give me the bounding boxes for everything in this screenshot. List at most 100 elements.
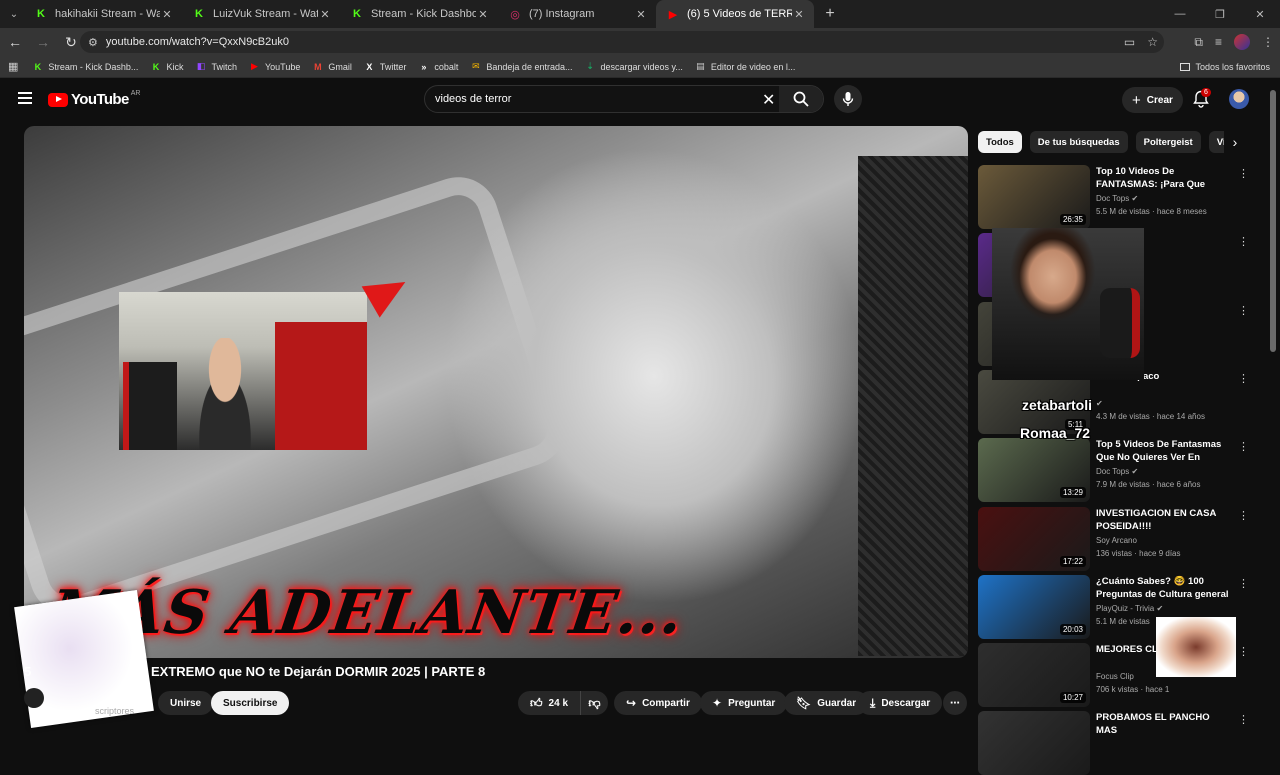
extensions-icon[interactable]: ⧉: [1194, 35, 1203, 50]
webcam-gaming-chair: [123, 362, 177, 450]
chip-1[interactable]: De tus búsquedas: [1029, 131, 1128, 153]
site-info-icon[interactable]: ⚙: [88, 36, 98, 49]
more-vertical-icon[interactable]: ⋮: [1238, 577, 1249, 590]
video-thumbnail[interactable]: 20:03: [978, 574, 1090, 639]
more-vertical-icon[interactable]: ⋮: [1238, 235, 1249, 248]
more-vertical-icon[interactable]: ⋮: [1238, 440, 1249, 453]
apps-grid-icon[interactable]: ▦: [8, 60, 18, 73]
more-actions-button[interactable]: ⋯: [943, 691, 967, 715]
new-tab-button[interactable]: +: [818, 5, 842, 23]
bookmark-item-4[interactable]: M Gmail: [312, 61, 352, 72]
gmail-icon: M: [314, 61, 322, 72]
bookmark-item-2[interactable]: ◧ Twitch: [195, 61, 237, 72]
video-title[interactable]: Top 5 Videos De Fantasmas Que No Quieres…: [1096, 438, 1230, 464]
browser-tab-4[interactable]: ▶ (6) 5 Videos de TERROR EXTREM✕: [656, 0, 814, 28]
recommended-video-4[interactable]: 13:29 Top 5 Videos De Fantasmas Que No Qu…: [978, 438, 1249, 503]
verified-check-icon: ✔: [1131, 467, 1139, 477]
page-scrollbar[interactable]: [1270, 90, 1276, 352]
recommended-video-8[interactable]: PROBAMOS EL PANCHO MAS ⋮: [978, 711, 1249, 775]
browser-tab-1[interactable]: K LuizVuk Stream - Watch Live on✕: [182, 0, 340, 28]
download-button[interactable]: ⤓ Descargar: [858, 691, 943, 715]
profile-avatar[interactable]: [1234, 34, 1250, 50]
more-vertical-icon[interactable]: ⋮: [1238, 645, 1249, 658]
chip-0[interactable]: Todos: [978, 131, 1022, 153]
channel-avatar[interactable]: [24, 688, 44, 708]
voice-search-button[interactable]: [834, 85, 862, 113]
close-tab-icon[interactable]: ✕: [476, 8, 490, 21]
more-vertical-icon[interactable]: ⋮: [1238, 167, 1249, 180]
more-vertical-icon[interactable]: ⋮: [1238, 509, 1249, 522]
channel-name[interactable]: Doc Tops ✔: [1096, 194, 1138, 203]
bookmark-star-icon[interactable]: ☆: [1147, 35, 1158, 49]
share-button[interactable]: ↪ Compartir: [614, 691, 702, 715]
clear-search-icon[interactable]: ✕: [762, 90, 775, 110]
video-title[interactable]: INVESTIGACION EN CASA POSEIDA!!!!: [1096, 507, 1230, 533]
dislike-button[interactable]: 👎︎: [580, 691, 608, 715]
bookmark-item-9[interactable]: ▤ Editor de video en l...: [695, 61, 795, 72]
bookmark-item-0[interactable]: K Stream - Kick Dashb...: [32, 61, 139, 72]
more-vertical-icon[interactable]: ⋮: [1238, 304, 1249, 317]
streamer-webcam-overlay: [119, 292, 367, 450]
back-icon[interactable]: ←: [2, 29, 28, 55]
channel-name[interactable]: Soy Arcano: [1096, 536, 1137, 545]
video-title[interactable]: ¿Cuánto Sabes? 🤓 100 Preguntas de Cultur…: [1096, 575, 1230, 601]
channel-name[interactable]: Focus Clip: [1096, 672, 1134, 681]
browser-tab-0[interactable]: Khakihakii Stream - Watch Live o✕: [24, 0, 182, 28]
reading-list-icon[interactable]: ≡: [1215, 35, 1222, 49]
channel-name[interactable]: Doc Tops ✔: [1096, 467, 1138, 476]
channel-name[interactable]: PlayQuiz - Trivia ✔: [1096, 604, 1163, 613]
cast-icon[interactable]: ▭: [1124, 35, 1135, 49]
video-thumbnail[interactable]: 26:35: [978, 165, 1090, 229]
browser-tab-3[interactable]: ◎ (7) Instagram ✕: [498, 0, 656, 28]
restore-icon[interactable]: ❐: [1200, 0, 1240, 28]
close-tab-icon[interactable]: ✕: [634, 8, 648, 21]
bookmark-item-5[interactable]: X Twitter: [364, 61, 406, 72]
chips-next-arrow-icon[interactable]: ›: [1224, 131, 1246, 153]
video-thumbnail[interactable]: [978, 711, 1090, 775]
hamburger-menu-icon[interactable]: [18, 92, 32, 104]
close-tab-icon[interactable]: ✕: [792, 8, 806, 21]
video-title[interactable]: Top 10 Videos De FANTASMAS: ¡Para Que LL…: [1096, 165, 1230, 191]
account-avatar[interactable]: [1229, 89, 1249, 109]
minimize-icon[interactable]: —: [1160, 0, 1200, 28]
tab-search-icon[interactable]: ⌄: [4, 4, 24, 24]
search-box[interactable]: ✕: [424, 85, 824, 113]
video-thumbnail[interactable]: 10:27: [978, 643, 1090, 708]
webcam-streamer: [185, 338, 265, 450]
browser-nav-bar: ← → ↻ ⚙ youtube.com/watch?v=QxxN9cB2uk0 …: [0, 28, 1280, 56]
url-text[interactable]: youtube.com/watch?v=QxxN9cB2uk0: [106, 36, 289, 48]
recommended-video-0[interactable]: 26:35 Top 10 Videos De FANTASMAS: ¡Para Q…: [978, 165, 1249, 229]
subscribe-button[interactable]: Suscribirse: [211, 691, 290, 715]
close-window-icon[interactable]: ✕: [1240, 0, 1280, 28]
bookmark-item-1[interactable]: K Kick: [150, 61, 184, 72]
more-vertical-icon[interactable]: ⋮: [1238, 372, 1249, 385]
bookmark-item-7[interactable]: ✉ Bandeja de entrada...: [470, 61, 572, 72]
join-button[interactable]: Unirse: [158, 691, 214, 715]
address-bar[interactable]: ⚙ youtube.com/watch?v=QxxN9cB2uk0 ▭ ☆: [80, 31, 1164, 53]
subscriber-count: scriptores: [95, 706, 135, 716]
ask-button[interactable]: ✦ Preguntar: [700, 691, 788, 715]
forward-icon[interactable]: →: [30, 29, 56, 55]
video-thumbnail[interactable]: 17:22: [978, 506, 1090, 571]
channel-name[interactable]: ✔: [1096, 399, 1103, 408]
recommended-video-5[interactable]: 17:22 INVESTIGACION EN CASA POSEIDA!!!! So…: [978, 506, 1249, 571]
search-input[interactable]: [435, 93, 755, 105]
all-bookmarks[interactable]: Todos los favoritos: [1180, 56, 1270, 78]
chip-2[interactable]: Poltergeist: [1135, 131, 1201, 153]
video-thumbnail[interactable]: 13:29: [978, 438, 1090, 503]
bookmark-item-6[interactable]: » cobalt: [418, 61, 458, 72]
bookmark-item-8[interactable]: ⇣ descargar videos y...: [584, 61, 683, 72]
bookmark-item-3[interactable]: ▶ YouTube: [249, 61, 300, 72]
create-button[interactable]: + Crear: [1122, 87, 1183, 113]
close-tab-icon[interactable]: ✕: [160, 8, 174, 21]
youtube-logo[interactable]: YouTube AR: [48, 90, 140, 108]
browser-tab-2[interactable]: K Stream - Kick Dashboard✕: [340, 0, 498, 28]
save-button[interactable]: 🔖︎ Guardar: [784, 691, 869, 715]
close-tab-icon[interactable]: ✕: [318, 8, 332, 21]
like-button[interactable]: 👍︎ 24 k: [518, 691, 580, 715]
video-title[interactable]: PROBAMOS EL PANCHO MAS: [1096, 711, 1230, 737]
browser-menu-icon[interactable]: ⋮: [1262, 35, 1274, 49]
second-streamer-webcam: [992, 228, 1144, 380]
search-button[interactable]: [779, 86, 823, 112]
video-player[interactable]: MÁS ADELANTE...: [24, 126, 968, 658]
